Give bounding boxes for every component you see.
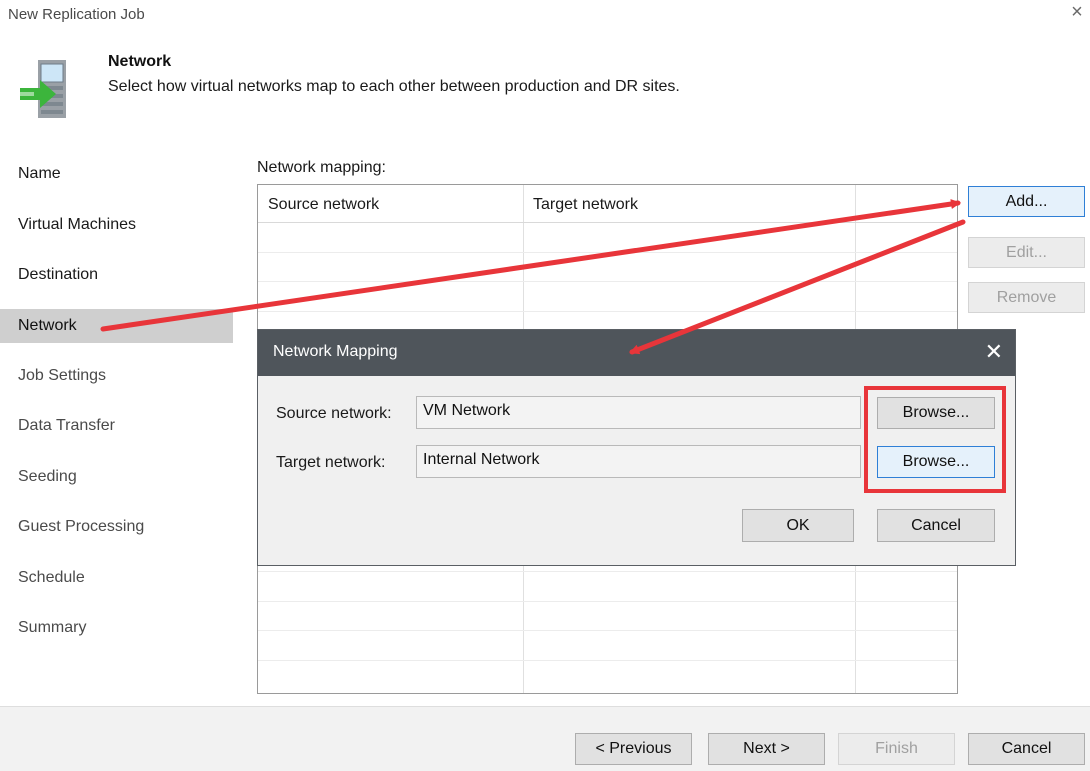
- window-title: New Replication Job: [8, 6, 145, 23]
- remove-button[interactable]: Remove: [968, 282, 1085, 313]
- wizard-steps-sidebar: Name Virtual Machines Destination Networ…: [0, 144, 233, 706]
- nav-item-job-settings[interactable]: Job Settings: [0, 359, 233, 393]
- window-close-icon[interactable]: ×: [1066, 1, 1088, 24]
- nav-item-data-transfer[interactable]: Data Transfer: [0, 409, 233, 443]
- target-network-field[interactable]: Internal Network: [416, 445, 861, 478]
- nav-item-virtual-machines[interactable]: Virtual Machines: [0, 208, 233, 242]
- nav-item-destination[interactable]: Destination: [0, 258, 233, 292]
- dialog-ok-button[interactable]: OK: [742, 509, 854, 542]
- nav-item-name[interactable]: Name: [0, 157, 233, 191]
- dialog-cancel-button[interactable]: Cancel: [877, 509, 995, 542]
- dialog-close-icon[interactable]: ✕: [985, 339, 1003, 365]
- previous-button[interactable]: < Previous: [575, 733, 692, 765]
- nav-item-summary[interactable]: Summary: [0, 611, 233, 645]
- target-network-label: Target network:: [276, 454, 386, 471]
- source-browse-button[interactable]: Browse...: [877, 397, 995, 429]
- wizard-footer: < Previous Next > Finish Cancel: [0, 706, 1090, 771]
- page-description: Select how virtual networks map to each …: [108, 78, 680, 95]
- page-title: Network: [108, 53, 172, 70]
- network-wizard-icon: [18, 58, 78, 128]
- cancel-button[interactable]: Cancel: [968, 733, 1085, 765]
- column-header-target-network[interactable]: Target network: [533, 196, 638, 214]
- edit-button[interactable]: Edit...: [968, 237, 1085, 268]
- nav-item-guest-processing[interactable]: Guest Processing: [0, 510, 233, 544]
- source-network-label: Source network:: [276, 405, 392, 422]
- column-header-source-network[interactable]: Source network: [268, 196, 379, 214]
- network-mapping-label: Network mapping:: [257, 159, 386, 176]
- target-browse-button[interactable]: Browse...: [877, 446, 995, 478]
- add-button[interactable]: Add...: [968, 186, 1085, 217]
- next-button[interactable]: Next >: [708, 733, 825, 765]
- dialog-title-bar: Network Mapping ✕: [258, 330, 1015, 376]
- source-network-field[interactable]: VM Network: [416, 396, 861, 429]
- dialog-title: Network Mapping: [273, 343, 398, 360]
- nav-item-network[interactable]: Network: [0, 309, 233, 343]
- nav-item-seeding[interactable]: Seeding: [0, 460, 233, 494]
- nav-item-schedule[interactable]: Schedule: [0, 561, 233, 595]
- network-mapping-dialog: Network Mapping ✕ Source network: VM Net…: [257, 329, 1016, 566]
- finish-button[interactable]: Finish: [838, 733, 955, 765]
